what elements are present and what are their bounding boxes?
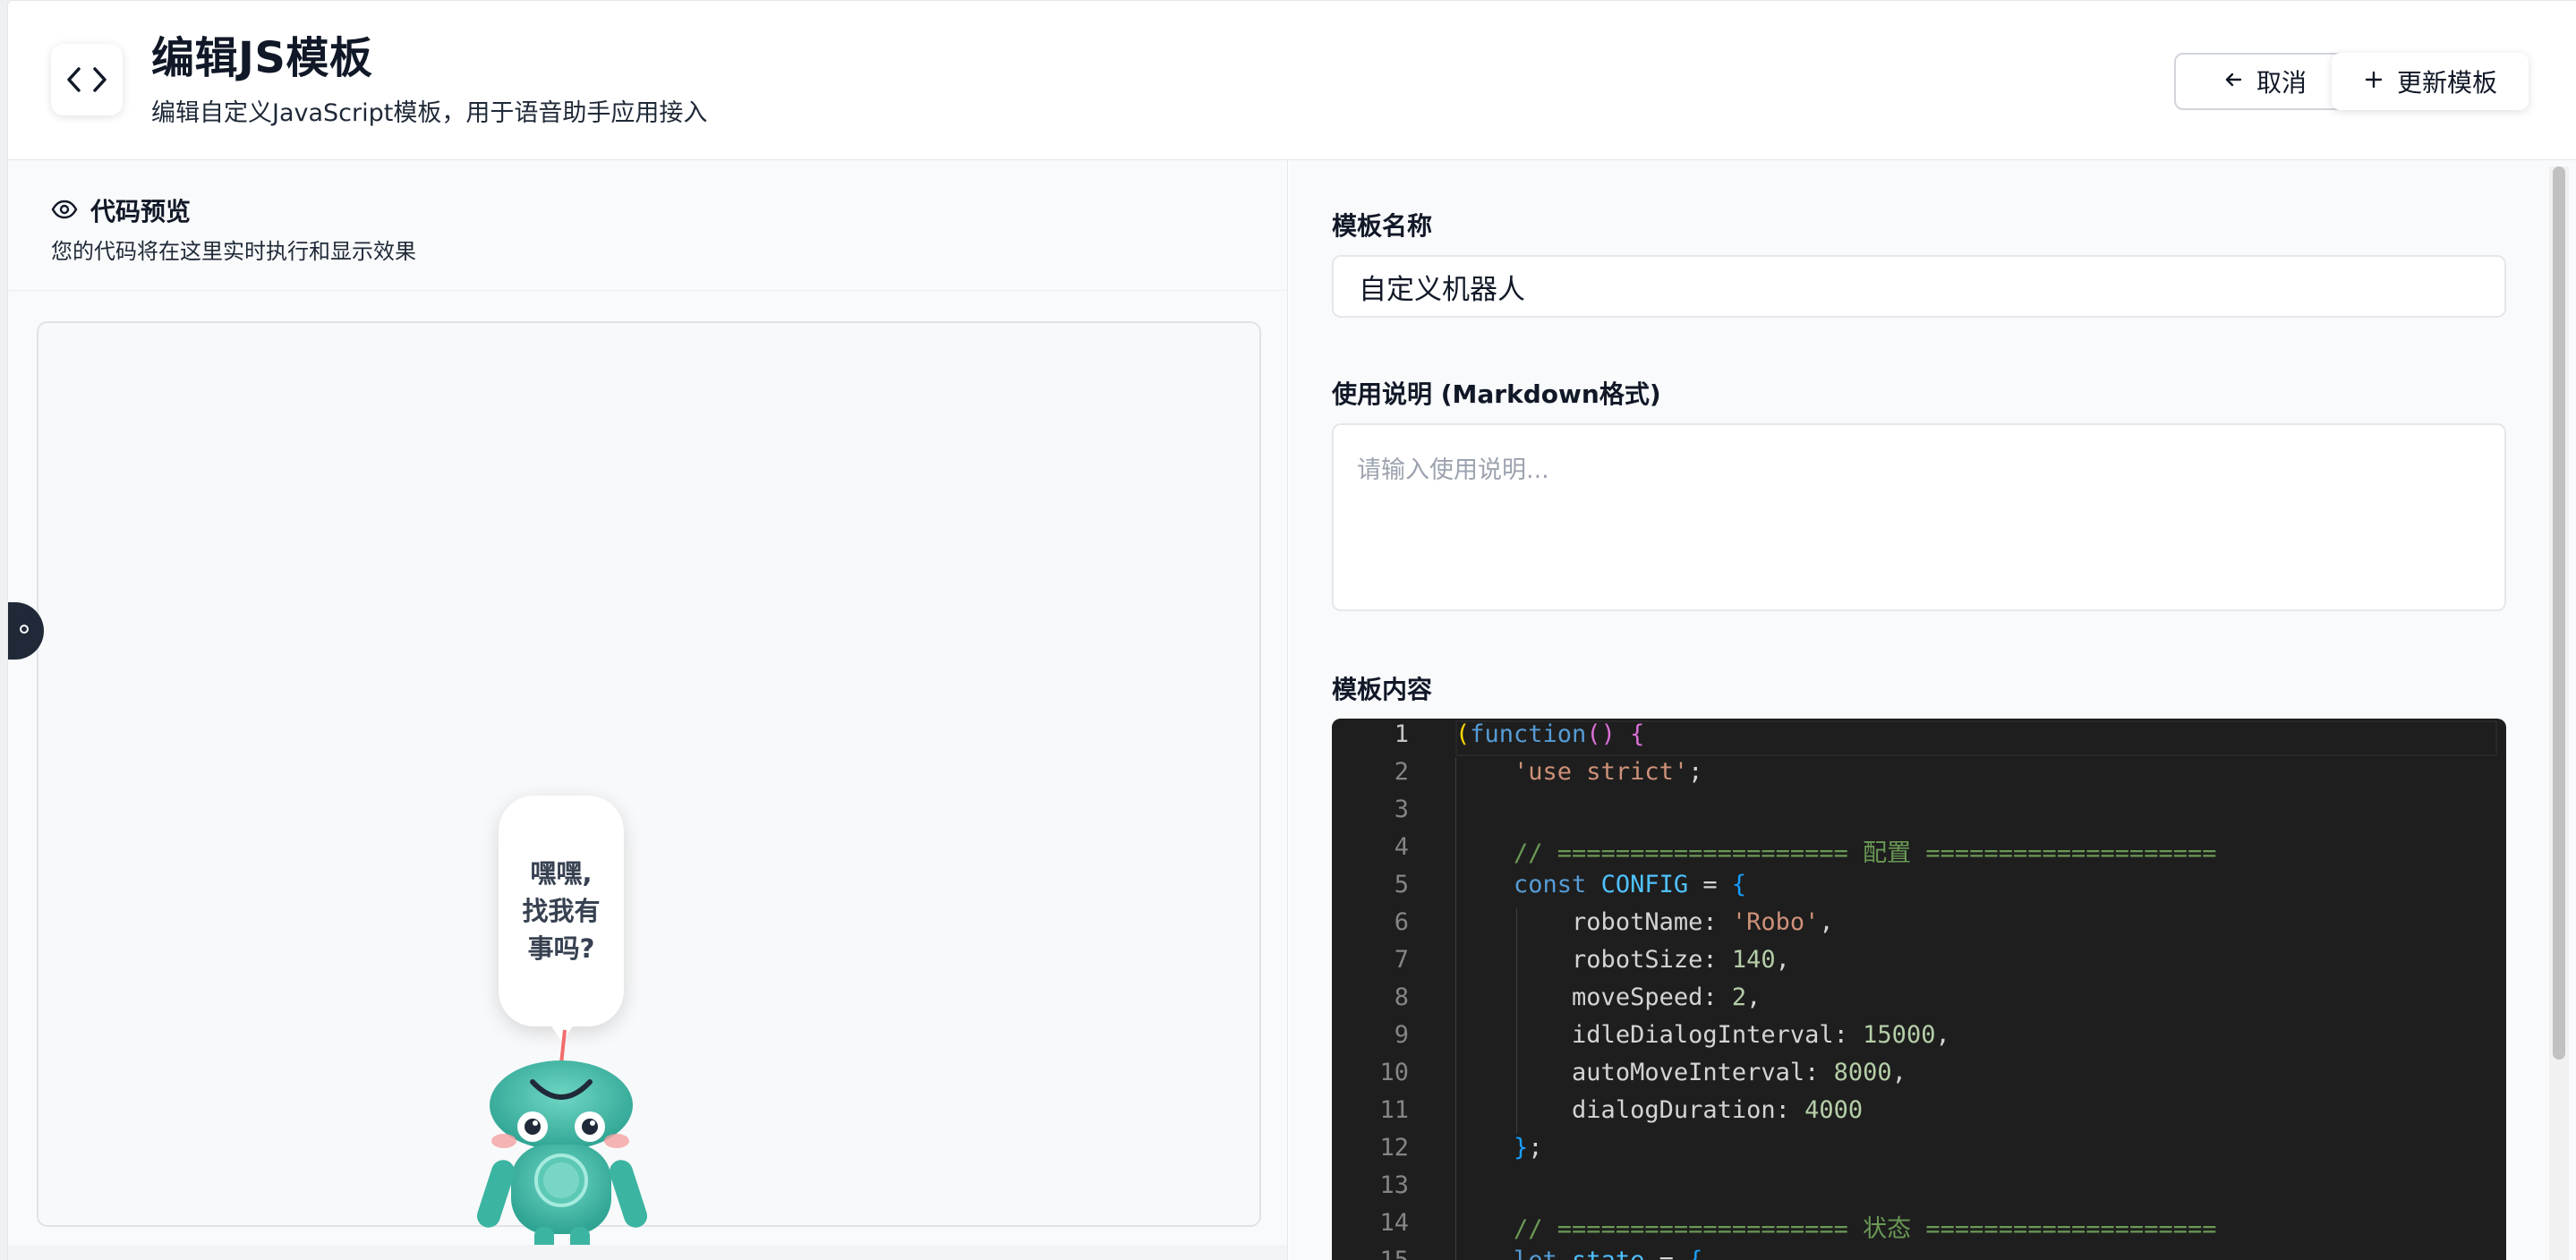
line-number: 6 xyxy=(1394,908,1409,936)
cancel-label: 取消 xyxy=(2256,68,2307,98)
preview-title: 代码预览 xyxy=(51,192,191,228)
line-number-gutter: 1 2 3 4 5 6 7 8 9 10 11 12 13 14 15 xyxy=(1332,719,1455,1260)
update-template-button[interactable]: 更新模板 xyxy=(2332,53,2529,110)
plus-icon xyxy=(2363,67,2384,97)
page-subtitle: 编辑自定义JavaScript模板，用于语音助手应用接入 xyxy=(151,99,708,127)
code-line-2: 'use strict'; xyxy=(1514,758,1703,786)
line-number: 9 xyxy=(1394,1021,1409,1049)
template-name-input[interactable]: 自定义机器人 xyxy=(1332,255,2506,318)
code-line-12: }; xyxy=(1514,1134,1543,1162)
line-number: 12 xyxy=(1379,1134,1409,1162)
description-textarea[interactable]: 请输入使用说明... xyxy=(1332,423,2506,611)
app-window: 编辑JS模板 编辑自定义JavaScript模板，用于语音助手应用接入 取消 更… xyxy=(7,0,2576,1260)
page-header: 编辑JS模板 编辑自定义JavaScript模板，用于语音助手应用接入 取消 更… xyxy=(8,1,2576,160)
line-number: 1 xyxy=(1394,720,1409,748)
code-icon xyxy=(51,44,123,115)
preview-header: 代码预览 您的代码将在这里实时执行和显示效果 xyxy=(8,160,1287,291)
code-editor[interactable]: 1 2 3 4 5 6 7 8 9 10 11 12 13 14 15 (fun… xyxy=(1332,719,2506,1260)
line-number: 15 xyxy=(1332,1247,1409,1260)
line-number: 4 xyxy=(1394,833,1409,861)
line-number: 10 xyxy=(1379,1059,1409,1086)
speech-bubble: 嘿嘿,找我有事吗? xyxy=(499,796,624,1043)
code-line-6: robotName: 'Robo', xyxy=(1572,908,1834,936)
update-label: 更新模板 xyxy=(2396,68,2497,98)
preview-title-text: 代码预览 xyxy=(90,197,192,226)
code-line-10: autoMoveInterval: 8000, xyxy=(1572,1059,1906,1086)
page-title: 编辑JS模板 xyxy=(151,33,373,83)
code-line-15: let state = { xyxy=(1455,1247,1702,1260)
description-label: 使用说明 (Markdown格式) xyxy=(1332,379,1661,409)
line-number: 5 xyxy=(1394,871,1409,898)
page-scrollbar-thumb[interactable] xyxy=(2553,166,2565,1060)
cancel-button[interactable]: 取消 xyxy=(2174,53,2355,110)
line-number: 8 xyxy=(1394,983,1409,1011)
code-line-11: dialogDuration: 4000 xyxy=(1572,1096,1864,1124)
preview-panel: 代码预览 您的代码将在这里实时执行和显示效果 嘿嘿,找我有事吗? xyxy=(8,160,1288,1260)
code-line-9: idleDialogInterval: 15000, xyxy=(1572,1021,1950,1049)
eye-icon xyxy=(51,196,78,226)
code-line-1: (function() { xyxy=(1455,720,1645,748)
line-number: 3 xyxy=(1394,796,1409,823)
content-label: 模板内容 xyxy=(1332,675,1433,704)
line-number: 14 xyxy=(1379,1209,1409,1237)
name-label: 模板名称 xyxy=(1332,211,1433,241)
robot-character[interactable] xyxy=(459,1028,665,1260)
code-line-5: const CONFIG = { xyxy=(1514,871,1747,898)
preview-footer xyxy=(8,1245,1287,1260)
gear-icon xyxy=(19,622,33,640)
line-number: 13 xyxy=(1379,1171,1409,1199)
code-line-8: moveSpeed: 2, xyxy=(1572,983,1761,1011)
preview-description: 您的代码将在这里实时执行和显示效果 xyxy=(51,239,416,264)
code-line-14: // ==================== 状态 =============… xyxy=(1514,1215,2217,1243)
preview-canvas[interactable]: 嘿嘿,找我有事吗? xyxy=(37,321,1261,1260)
line-number: 11 xyxy=(1379,1096,1409,1124)
arrow-left-icon xyxy=(2222,67,2244,97)
line-number: 2 xyxy=(1394,758,1409,786)
template-form: 模板名称 自定义机器人 使用说明 (Markdown格式) 请输入使用说明...… xyxy=(1289,160,2576,1260)
code-line-7: robotSize: 140, xyxy=(1572,946,1790,974)
line-number: 7 xyxy=(1394,946,1409,974)
code-line-4: // ==================== 配置 =============… xyxy=(1514,839,2217,867)
